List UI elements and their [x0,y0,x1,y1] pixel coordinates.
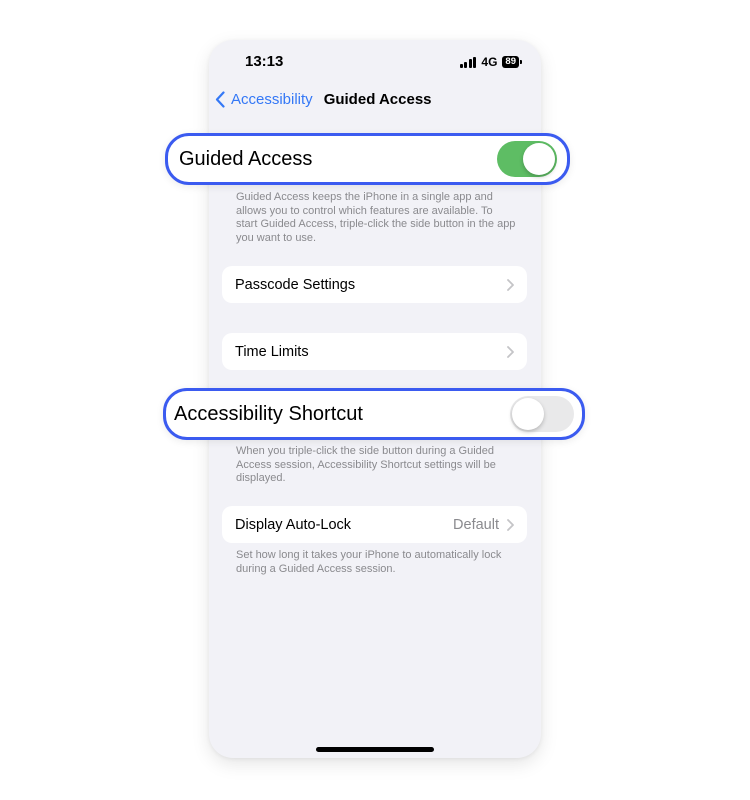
battery-icon: 89 [502,56,522,68]
toggle-knob [512,398,544,430]
status-indicators: 4G 89 [459,55,522,69]
display-auto-lock-description: Set how long it takes your iPhone to aut… [236,549,502,575]
display-auto-lock-row[interactable]: Display Auto-Lock Default [222,506,527,543]
guided-access-description: Guided Access keeps the iPhone in a sing… [236,191,516,244]
chevron-right-icon [507,345,514,358]
back-button[interactable]: Accessibility [215,91,313,108]
back-button-label: Accessibility [231,90,313,108]
accessibility-shortcut-toggle[interactable] [510,396,574,432]
accessibility-shortcut-label: Accessibility Shortcut [174,402,363,425]
phone-screen: 13:13 4G 89 Accessibility Guided Access … [163,40,585,758]
guided-access-toggle[interactable] [497,141,557,177]
home-indicator[interactable] [316,747,434,752]
passcode-settings-label: Passcode Settings [235,276,356,293]
display-auto-lock-value: Default [453,516,499,533]
signal-strength-icon [459,56,477,68]
guided-access-label: Guided Access [179,147,313,170]
chevron-left-icon [215,90,225,108]
time-limits-label: Time Limits [235,343,309,360]
time-limits-row[interactable]: Time Limits [222,333,527,370]
chevron-right-icon [507,518,514,531]
navigation-bar: Accessibility Guided Access [215,89,432,109]
status-time: 13:13 [245,53,284,70]
network-type: 4G [481,55,498,69]
passcode-settings-row[interactable]: Passcode Settings [222,266,527,303]
page-title: Guided Access [323,90,432,108]
chevron-right-icon [507,278,514,291]
accessibility-shortcut-row: Accessibility Shortcut [163,388,585,440]
guided-access-row: Guided Access [165,133,570,185]
accessibility-shortcut-description: When you triple-click the side button du… [236,445,496,484]
display-auto-lock-label: Display Auto-Lock [235,516,352,533]
toggle-knob [523,143,555,175]
